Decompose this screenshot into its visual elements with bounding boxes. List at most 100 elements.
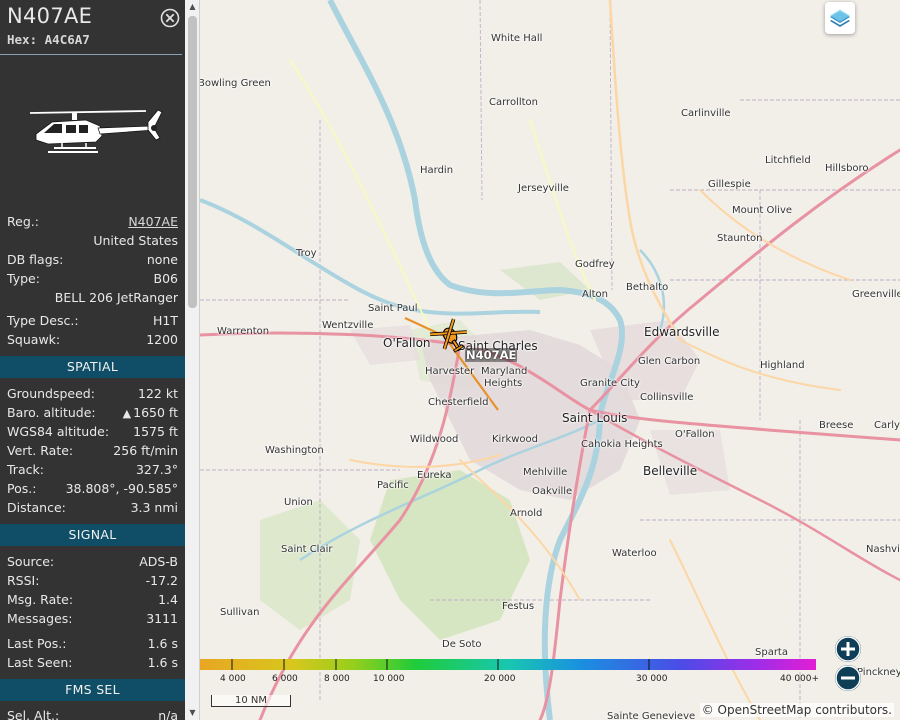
detail-type-desc: Type Desc.: H1T <box>7 312 178 330</box>
place-label: Carlinville <box>681 108 731 119</box>
type-label: Type: <box>7 271 40 286</box>
msg-rate-label: Msg. Rate: <box>7 592 74 607</box>
place-label: Eureka <box>417 470 452 481</box>
place-label: Pacific <box>377 480 409 491</box>
sel-alt-label: Sel. Alt.: <box>7 708 60 720</box>
place-label: Chesterfield <box>428 397 489 408</box>
place-label: Sainte Genevieve <box>607 711 696 720</box>
detail-squawk: Squawk: 1200 <box>7 331 178 349</box>
altitude-legend-tick: 20 000 <box>484 674 516 684</box>
place-label: Jerseyville <box>518 183 569 194</box>
place-label: Staunton <box>717 233 763 244</box>
place-label: Mehlville <box>523 467 568 478</box>
aircraft-photo-silhouette <box>29 109 163 153</box>
climb-arrow-icon: ▲ <box>122 407 132 420</box>
registration-link[interactable]: N407AE <box>128 213 178 231</box>
groundspeed-label: Groundspeed: <box>7 386 95 401</box>
place-label: Sparta <box>755 647 788 658</box>
place-label: Wentzville <box>322 320 374 331</box>
layers-button[interactable] <box>825 2 855 34</box>
place-label: O'Fallon <box>383 336 431 350</box>
section-fms-sel[interactable]: FMS SEL <box>0 679 185 701</box>
source-label: Source: <box>7 554 55 569</box>
fms-sel-alt: Sel. Alt.: n/a <box>7 707 178 720</box>
map-attribution[interactable]: © OpenStreetMap contributors. <box>699 703 894 717</box>
place-label: Carlyle <box>874 420 900 431</box>
distance-label: Distance: <box>7 500 66 515</box>
track-value: 327.3° <box>135 462 178 477</box>
scrollbar-thumb[interactable] <box>188 16 197 308</box>
registration-country: United States <box>93 233 178 248</box>
place-label: Harvester <box>425 366 475 377</box>
place-label: Edwardsville <box>644 325 720 339</box>
scroll-up-icon[interactable]: ▲ <box>185 0 200 14</box>
type-value: B06 <box>153 271 178 286</box>
place-label: Granite City <box>580 378 640 389</box>
place-label: Gillespie <box>708 179 751 190</box>
place-label: Godfrey <box>575 259 615 270</box>
place-label: Kirkwood <box>492 434 539 445</box>
last-seen-label: Last Seen: <box>7 655 73 670</box>
place-label: O'Fallon <box>675 429 715 440</box>
close-circle-icon[interactable] <box>160 8 180 28</box>
place-label: Troy <box>296 248 317 259</box>
section-spatial[interactable]: SPATIAL <box>0 356 185 378</box>
place-label: Washington <box>265 445 324 456</box>
vert-rate-label: Vert. Rate: <box>7 443 74 458</box>
position-label: Pos.: <box>7 481 37 496</box>
place-label: Maryland <box>481 366 528 377</box>
messages-value: 3111 <box>146 611 178 626</box>
spatial-vert-rate: Vert. Rate: 256 ft/min <box>7 442 178 460</box>
minus-icon <box>835 665 861 691</box>
aircraft-callsign: N407AE <box>7 4 93 28</box>
spatial-position: Pos.: 38.808°, -90.585° <box>7 480 178 498</box>
spatial-groundspeed: Groundspeed: 122 kt <box>7 385 178 403</box>
detail-registration: Reg.: N407AE <box>7 213 178 231</box>
baro-altitude-value: ▲ 1650 ft <box>123 404 178 423</box>
header-divider <box>0 54 182 55</box>
sel-alt-value: n/a <box>158 708 178 720</box>
vert-rate-value: 256 ft/min <box>113 443 178 458</box>
map-view[interactable]: White Hall Bowling Green Carrollton Carl… <box>200 0 900 720</box>
rssi-label: RSSI: <box>7 573 40 588</box>
last-pos-value: 1.6 s <box>147 636 178 651</box>
place-label: Saint Paul <box>368 303 418 314</box>
place-label: Hardin <box>420 165 454 176</box>
detail-db-flags: DB flags: none <box>7 251 178 269</box>
place-label: Highland <box>760 360 805 371</box>
wgs84-value: 1575 ft <box>133 424 178 439</box>
aircraft-map-label[interactable]: N407AE <box>465 348 518 362</box>
place-label: Belleville <box>643 464 698 478</box>
spatial-wgs84-altitude: WGS84 altitude: 1575 ft <box>7 423 178 441</box>
signal-source: Source: ADS-B <box>7 553 178 571</box>
source-value: ADS-B <box>139 554 178 569</box>
baro-altitude-number: 1650 ft <box>133 405 178 420</box>
place-label: Nashville <box>866 544 900 555</box>
last-seen-value: 1.6 s <box>147 655 178 670</box>
zoom-out-button[interactable] <box>835 665 861 691</box>
zoom-in-button[interactable] <box>835 636 861 662</box>
place-label: Litchfield <box>765 155 811 166</box>
section-signal[interactable]: SIGNAL <box>0 524 185 546</box>
place-label: Pinckneyville <box>857 667 900 678</box>
rssi-value: -17.2 <box>145 573 178 588</box>
place-label: Warrenton <box>217 326 270 337</box>
sidebar-scrollbar[interactable]: ▲ ▼ <box>185 0 200 720</box>
map-scale-bar: 10 NM <box>211 695 291 707</box>
place-label: Breese <box>819 420 854 431</box>
detail-type: Type: B06 <box>7 270 178 288</box>
place-label: Hillsboro <box>825 163 869 174</box>
place-label: Cahokia Heights <box>581 439 663 450</box>
scroll-down-icon[interactable]: ▼ <box>185 706 200 720</box>
altitude-legend-tick: 6 000 <box>272 674 298 684</box>
signal-messages: Messages: 3111 <box>7 610 178 628</box>
type-desc-value: H1T <box>153 313 178 328</box>
place-label: Saint Louis <box>562 411 628 425</box>
spatial-track: Track: 327.3° <box>7 461 178 479</box>
place-label: Festus <box>502 601 535 612</box>
helicopter-icon[interactable] <box>429 314 469 354</box>
place-label: White Hall <box>491 33 543 44</box>
spatial-baro-altitude: Baro. altitude: ▲ 1650 ft <box>7 404 178 422</box>
altitude-legend-tick: 30 000 <box>636 674 668 684</box>
place-label: Sullivan <box>220 607 260 618</box>
